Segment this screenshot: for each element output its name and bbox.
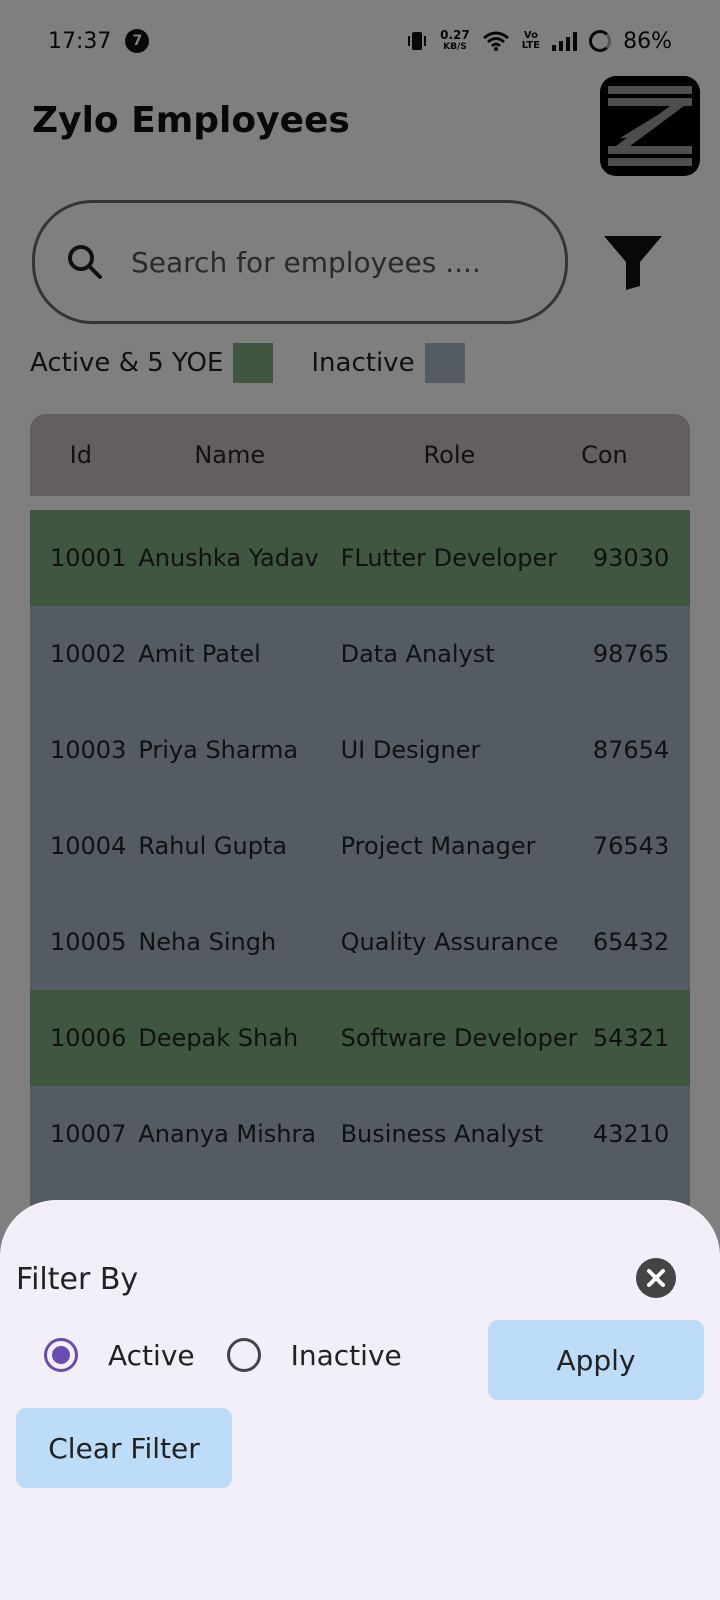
status-radio-group: Active Inactive: [44, 1338, 434, 1372]
apply-button[interactable]: Apply: [488, 1320, 704, 1400]
clear-filter-button[interactable]: Clear Filter: [16, 1408, 232, 1488]
filter-bottom-sheet: Filter By Active Inactive Apply Clear Fi…: [0, 1200, 720, 1600]
radio-inactive[interactable]: [226, 1338, 261, 1372]
filter-sheet-title: Filter By: [16, 1262, 139, 1297]
radio-selected-dot: [52, 1346, 70, 1364]
radio-inactive-label[interactable]: Inactive: [291, 1339, 402, 1372]
radio-active[interactable]: [44, 1338, 78, 1372]
radio-active-label[interactable]: Active: [108, 1339, 195, 1372]
close-icon[interactable]: [636, 1258, 676, 1298]
